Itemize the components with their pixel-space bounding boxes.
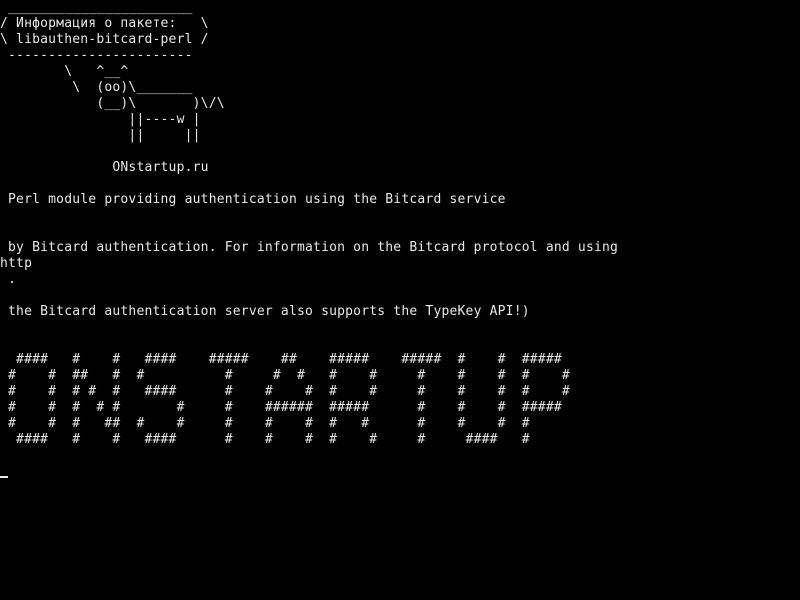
terminal-line: \ libauthen-bitcard-perl /	[0, 32, 209, 47]
terminal-line: # # # # # # # ###### ##### # # # #####	[0, 400, 562, 415]
terminal-line: / Информация о пакете: \	[0, 16, 209, 31]
terminal-line: ONstartup.ru	[0, 160, 209, 175]
text-cursor	[0, 476, 8, 478]
terminal-line: Perl module providing authentication usi…	[0, 192, 506, 207]
terminal-line: # # ## # # # # # # # # # # # #	[0, 368, 570, 383]
terminal-line: # # # ## # # # # # # # # # # #	[0, 416, 530, 431]
terminal-screen[interactable]: _______________________ / Информация о п…	[0, 0, 800, 600]
terminal-line: #### # # #### # # # # # # #### #	[0, 432, 530, 447]
terminal-line: -----------------------	[0, 48, 193, 63]
terminal-line: by Bitcard authentication. For informati…	[0, 240, 619, 255]
terminal-line: (__)\ )\/\	[0, 96, 225, 111]
terminal-line: http	[0, 256, 33, 271]
terminal-line: # # # # # #### # # # # # # # # # #	[0, 384, 570, 399]
terminal-line: \ ^__^	[0, 64, 129, 79]
terminal-line: #### # # #### ##### ## ##### ##### # # #…	[0, 352, 562, 367]
terminal-line: ||----w |	[0, 112, 201, 127]
terminal-line: the Bitcard authentication server also s…	[0, 304, 530, 319]
terminal-line: || ||	[0, 128, 201, 143]
terminal-line: .	[0, 272, 17, 287]
terminal-line: _______________________	[0, 0, 193, 15]
terminal-line: \ (oo)\_______	[0, 80, 193, 95]
